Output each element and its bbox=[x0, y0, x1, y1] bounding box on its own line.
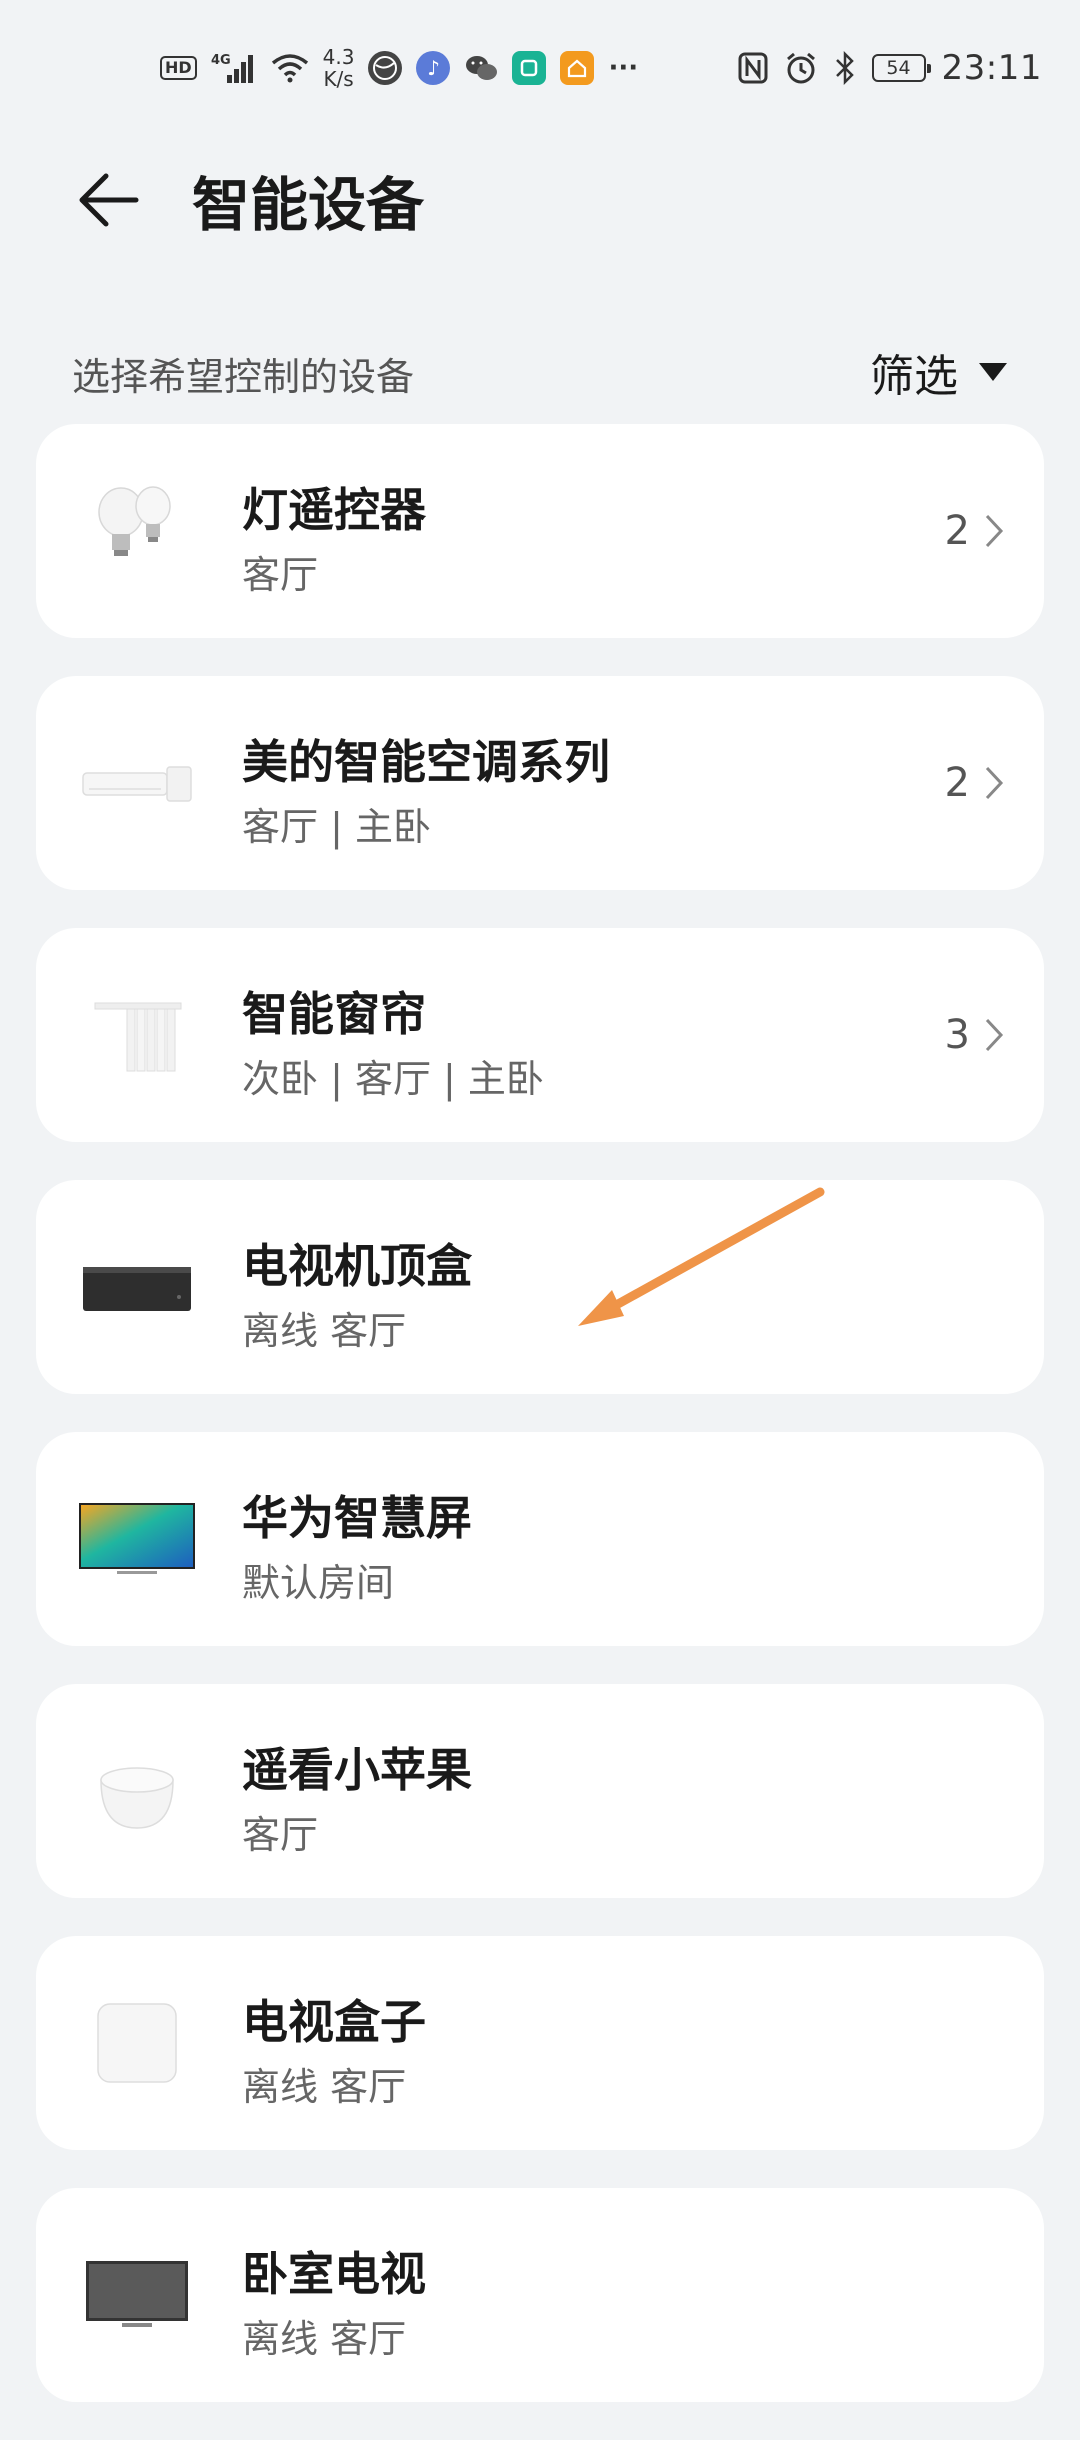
network-speed-value: 4.3 bbox=[322, 45, 355, 69]
set-top-box-icon bbox=[72, 1222, 202, 1352]
device-status-room: 离线 客厅 bbox=[242, 2065, 407, 2109]
filter-label: 筛选 bbox=[870, 351, 958, 402]
device-name: 遥看小苹果 bbox=[242, 1743, 472, 1797]
air-conditioner-icon bbox=[72, 718, 202, 848]
more-notifications-icon: ··· bbox=[608, 53, 639, 83]
device-room: 默认房间 bbox=[242, 1561, 395, 1605]
status-right: 54 23:11 bbox=[738, 48, 1042, 88]
device-room: 客厅 bbox=[242, 1813, 319, 1857]
tv-box-icon bbox=[72, 1978, 202, 2108]
chevron-right-icon bbox=[985, 766, 1004, 800]
device-count-value: 2 bbox=[944, 508, 970, 554]
section-label: 选择希望控制的设备 bbox=[72, 355, 415, 399]
bluetooth-icon bbox=[834, 51, 856, 85]
status-bar: HD 4G 4.3 K/s ♪ ··· 54 23:11 bbox=[0, 0, 1080, 136]
device-status-room: 离线 客厅 bbox=[242, 2317, 407, 2361]
signal-icon: 4G bbox=[211, 51, 257, 85]
device-status-room: 离线 客厅 bbox=[242, 1309, 407, 1353]
wifi-icon bbox=[271, 53, 309, 83]
device-name: 卧室电视 bbox=[242, 2247, 426, 2301]
device-card-bedroom-tv[interactable]: 卧室电视 离线 客厅 bbox=[36, 2188, 1044, 2402]
device-card-smart-curtain[interactable]: 智能窗帘 次卧 | 客厅 | 主卧 3 bbox=[36, 928, 1044, 1142]
chevron-right-icon bbox=[985, 1018, 1004, 1052]
device-name: 华为智慧屏 bbox=[242, 1491, 472, 1545]
section-header: 选择希望控制的设备 筛选 bbox=[72, 340, 1008, 402]
device-card-midea-ac[interactable]: 美的智能空调系列 客厅 | 主卧 2 bbox=[36, 676, 1044, 890]
browser-app-icon bbox=[368, 51, 403, 85]
light-bulb-icon bbox=[72, 466, 202, 596]
device-count-value: 3 bbox=[944, 1012, 970, 1058]
hd-badge: HD bbox=[160, 56, 197, 80]
device-card-tv-box[interactable]: 电视盒子 离线 客厅 bbox=[36, 1936, 1044, 2150]
network-speed: 4.3 K/s bbox=[323, 46, 355, 90]
house-app-icon bbox=[560, 51, 595, 85]
svg-text:4G: 4G bbox=[211, 53, 231, 68]
page-title: 智能设备 bbox=[192, 171, 425, 239]
device-count: 2 bbox=[945, 508, 1004, 554]
device-list: 灯遥控器 客厅 2 美的智能空调系列 客厅 | 主卧 2 智能窗帘 次卧 | 客… bbox=[36, 424, 1044, 2440]
device-name: 灯遥控器 bbox=[242, 483, 426, 537]
device-name: 智能窗帘 bbox=[242, 987, 426, 1041]
battery-icon: 54 bbox=[871, 54, 931, 82]
network-speed-unit: K/s bbox=[323, 67, 354, 91]
mijia-app-icon bbox=[512, 51, 547, 85]
device-count: 2 bbox=[945, 760, 1004, 806]
status-left: HD 4G 4.3 K/s ♪ ··· bbox=[160, 46, 738, 90]
device-card-smart-speaker[interactable]: 遥看小苹果 客厅 bbox=[36, 1684, 1044, 1898]
back-arrow-icon bbox=[79, 173, 139, 227]
chevron-right-icon bbox=[985, 514, 1004, 548]
wechat-app-icon bbox=[464, 51, 498, 85]
filter-button[interactable]: 筛选 bbox=[870, 340, 1008, 404]
back-button[interactable] bbox=[68, 160, 148, 240]
device-name: 电视盒子 bbox=[242, 1995, 426, 2049]
device-room: 次卧 | 客厅 | 主卧 bbox=[242, 1057, 544, 1101]
curtain-icon bbox=[72, 970, 202, 1100]
device-count-value: 2 bbox=[944, 760, 970, 806]
app-bar: 智能设备 bbox=[0, 136, 1080, 256]
device-count: 3 bbox=[945, 1012, 1004, 1058]
dropdown-triangle-icon bbox=[979, 363, 1007, 381]
device-room: 客厅 bbox=[242, 553, 319, 597]
nfc-icon bbox=[738, 52, 768, 84]
tv-icon bbox=[72, 2230, 202, 2360]
device-card-light-remote[interactable]: 灯遥控器 客厅 2 bbox=[36, 424, 1044, 638]
device-name: 美的智能空调系列 bbox=[242, 735, 610, 789]
speaker-icon bbox=[72, 1726, 202, 1856]
music-app-icon: ♪ bbox=[416, 51, 451, 85]
status-time: 23:11 bbox=[941, 48, 1042, 88]
device-card-huawei-smart-screen[interactable]: 华为智慧屏 默认房间 bbox=[36, 1432, 1044, 1646]
battery-level: 54 bbox=[886, 57, 911, 79]
device-card-set-top-box[interactable]: 电视机顶盒 离线 客厅 bbox=[36, 1180, 1044, 1394]
alarm-icon bbox=[784, 51, 818, 85]
device-name: 电视机顶盒 bbox=[242, 1239, 472, 1293]
smart-screen-icon bbox=[72, 1474, 202, 1604]
device-room: 客厅 | 主卧 bbox=[242, 805, 431, 849]
